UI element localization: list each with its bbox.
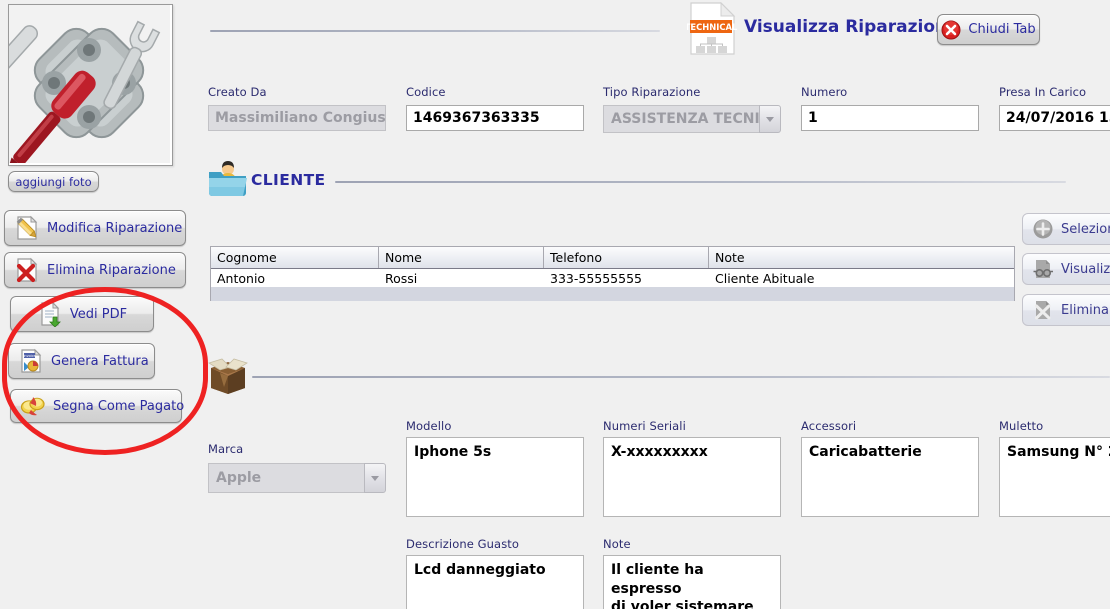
open-box-icon: [206, 352, 250, 396]
vedi-pdf-label: Vedi PDF: [69, 306, 128, 322]
elimina-riparazione-button[interactable]: Elimina Riparazione: [4, 252, 186, 288]
codice-label: Codice: [406, 85, 446, 99]
creato-da-field: Massimiliano Congiusta: [208, 105, 386, 131]
table-header-row: Cognome Nome Telefono Note: [211, 247, 1014, 269]
modifica-riparazione-label: Modifica Riparazione: [47, 220, 183, 236]
cell-cognome: Antonio: [217, 271, 266, 286]
chevron-down-icon[interactable]: [364, 463, 386, 493]
svg-text:Invoice: Invoice: [23, 354, 35, 358]
delete-file-icon: [1032, 299, 1054, 321]
cliente-folder-icon: [208, 161, 248, 197]
column-header-telefono[interactable]: Telefono: [544, 247, 709, 268]
modifica-riparazione-button[interactable]: Modifica Riparazione: [4, 210, 186, 246]
visualizza-label: Visualizza: [1061, 261, 1110, 277]
numeri-seriali-field[interactable]: X-xxxxxxxxx: [603, 437, 781, 517]
seleziona-cliente-button[interactable]: Seleziona: [1022, 213, 1110, 245]
add-photo-button[interactable]: aggiungi foto: [8, 171, 99, 192]
muletto-label: Muletto: [999, 419, 1044, 433]
codice-field[interactable]: 1469367363335: [406, 105, 584, 131]
close-icon: [941, 20, 961, 40]
modello-field[interactable]: Iphone 5s: [406, 437, 584, 517]
marca-label: Marca: [208, 442, 244, 456]
accessori-field[interactable]: Caricabatterie: [801, 437, 979, 517]
cliente-table[interactable]: Cognome Nome Telefono Note Antonio Rossi…: [210, 246, 1015, 301]
chevron-down-icon[interactable]: [759, 105, 781, 133]
table-empty-filler: [211, 287, 1014, 301]
header-divider: [210, 30, 660, 32]
presa-in-carico-label: Presa In Carico: [999, 85, 1087, 99]
elimina-label: Elimina: [1061, 302, 1109, 318]
elimina-riparazione-label: Elimina Riparazione: [47, 262, 176, 278]
chiudi-tab-button[interactable]: Chiudi Tab: [937, 14, 1040, 45]
column-header-cognome[interactable]: Cognome: [211, 247, 379, 268]
delete-document-icon: [14, 257, 40, 283]
presa-in-carico-field[interactable]: 24/07/2016 15: [999, 105, 1110, 131]
cliente-divider: [335, 181, 1066, 183]
numero-label: Numero: [801, 85, 848, 99]
tipo-riparazione-label: Tipo Riparazione: [603, 85, 701, 99]
page-title: Visualizza Riparazione: [744, 17, 959, 37]
segna-come-pagato-button[interactable]: Segna Come Pagato: [10, 389, 185, 423]
add-photo-label: aggiungi foto: [15, 174, 92, 189]
coins-icon: [20, 394, 46, 418]
view-document-icon: [1032, 258, 1054, 280]
tools-image: [9, 5, 170, 163]
accessori-label: Accessori: [801, 419, 857, 433]
numero-field[interactable]: 1: [801, 105, 979, 131]
seleziona-label: Seleziona: [1061, 221, 1110, 237]
cell-note: Cliente Abituale: [715, 271, 815, 286]
invoice-icon: Invoice: [18, 348, 44, 374]
tipo-riparazione-value: ASSISTENZA TECNIC: [603, 105, 759, 133]
note-field[interactable]: Il cliente ha espresso di voler sistemar…: [603, 555, 781, 609]
visualizza-cliente-button[interactable]: Visualizza: [1022, 253, 1110, 285]
pdf-document-icon: [37, 301, 63, 327]
descrizione-guasto-field[interactable]: Lcd danneggiato: [406, 555, 584, 609]
edit-document-icon: [14, 215, 40, 241]
repair-detail-screen: aggiungi foto Modifica Riparazione Elimi…: [0, 0, 1110, 609]
modello-label: Modello: [406, 419, 452, 433]
genera-fattura-label: Genera Fattura: [51, 353, 149, 369]
tipo-riparazione-combo[interactable]: ASSISTENZA TECNIC: [603, 105, 781, 133]
column-header-nome[interactable]: Nome: [379, 247, 544, 268]
table-row[interactable]: Antonio Rossi 333-55555555 Cliente Abitu…: [211, 269, 1014, 287]
segna-come-pagato-label: Segna Come Pagato: [53, 398, 185, 414]
photo-frame[interactable]: [8, 4, 173, 166]
column-header-note[interactable]: Note: [709, 247, 1014, 268]
note-label: Note: [603, 537, 631, 551]
technical-document-icon: TECHNICAL: [687, 2, 739, 56]
device-divider: [252, 376, 1110, 378]
cell-telefono: 333-55555555: [550, 271, 642, 286]
marca-value: Apple: [208, 463, 364, 493]
creato-da-label: Creato Da: [208, 85, 267, 99]
chiudi-tab-label: Chiudi Tab: [968, 22, 1036, 37]
muletto-field[interactable]: Samsung N° 2: [999, 437, 1110, 517]
svg-text:TECHNICAL: TECHNICAL: [687, 22, 738, 32]
elimina-cliente-button[interactable]: Elimina: [1022, 294, 1110, 326]
vedi-pdf-button[interactable]: Vedi PDF: [10, 296, 154, 332]
numeri-seriali-label: Numeri Seriali: [603, 419, 686, 433]
descrizione-guasto-label: Descrizione Guasto: [406, 537, 520, 551]
cliente-section-title: CLIENTE: [251, 171, 326, 189]
marca-combo[interactable]: Apple: [208, 463, 386, 493]
cell-nome: Rossi: [385, 271, 418, 286]
genera-fattura-button[interactable]: Invoice Genera Fattura: [8, 343, 155, 379]
add-circle-icon: [1032, 218, 1054, 240]
